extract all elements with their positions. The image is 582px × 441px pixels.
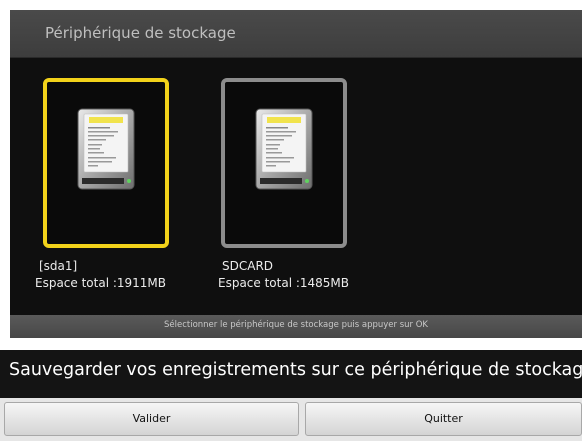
screen: Périphérique de stockage [sda1] Espace t… xyxy=(0,0,582,441)
device-total-space: Espace total :1911MB xyxy=(35,276,167,290)
hint-text: Sélectionner le périphérique de stockage… xyxy=(163,320,428,330)
panel-title: Périphérique de stockage xyxy=(45,24,236,42)
save-confirmation-dialog: Sauvegarder vos enregistrements sur ce p… xyxy=(0,350,582,441)
device-total-space: Espace total :1485MB xyxy=(218,276,350,290)
dialog-question: Sauvegarder vos enregistrements sur ce p… xyxy=(9,360,582,380)
device-name: SDCARD xyxy=(222,259,274,273)
quit-button[interactable]: Quitter xyxy=(305,402,582,436)
hard-drive-icon xyxy=(255,108,313,190)
storage-device-panel: Périphérique de stockage [sda1] Espace t… xyxy=(10,10,582,338)
device-info-sdcard: SDCARD Espace total :1485MB xyxy=(218,258,349,292)
panel-header: Périphérique de stockage xyxy=(10,10,582,58)
validate-button[interactable]: Valider xyxy=(4,402,299,436)
hard-drive-icon xyxy=(77,108,135,190)
device-name: [sda1] xyxy=(39,259,78,273)
device-tile-sda1[interactable] xyxy=(43,78,169,248)
device-info-sda1: [sda1] Espace total :1911MB xyxy=(35,258,166,292)
device-tile-sdcard[interactable] xyxy=(221,78,347,248)
dialog-button-bar: Valider Quitter xyxy=(0,398,582,441)
hint-bar: Sélectionner le périphérique de stockage… xyxy=(10,315,582,338)
